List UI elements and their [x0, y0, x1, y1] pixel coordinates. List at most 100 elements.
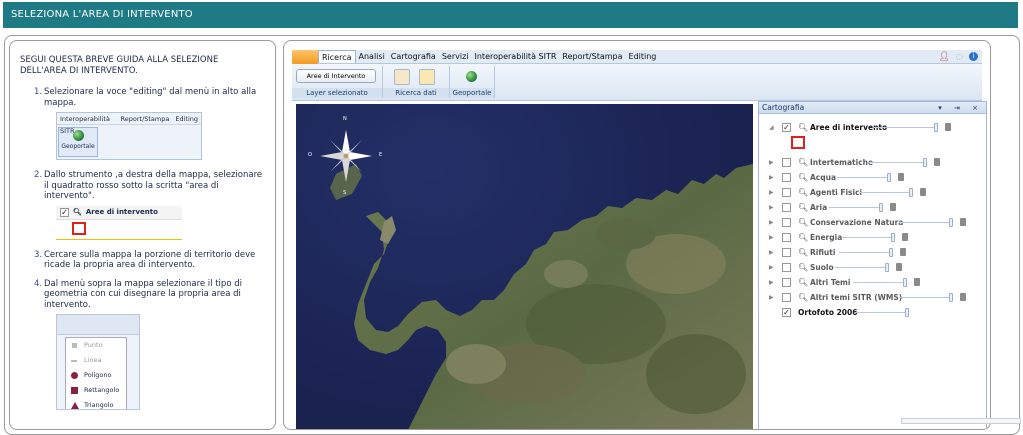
expand-arrow-icon[interactable]: ▶: [769, 159, 774, 166]
search-icon[interactable]: 🔍︎: [798, 188, 808, 197]
menu-ricerca[interactable]: Ricerca: [318, 50, 356, 63]
geometry-dropdown: Punto Linea Poligono Rettangolo Triangol…: [65, 337, 127, 409]
aree-di-intervento-button[interactable]: Aree di Intervento: [296, 69, 376, 83]
menu-cartografia[interactable]: Cartografia: [388, 50, 439, 63]
expand-arrow-icon[interactable]: ▶: [769, 204, 774, 211]
opacity-slider[interactable]: [889, 248, 893, 257]
search-icon[interactable]: 🔍︎: [798, 173, 808, 182]
gis-application: Ricerca Analisi Cartografia Servizi Inte…: [283, 40, 991, 430]
expand-arrow-icon[interactable]: ▶: [769, 294, 774, 301]
guide-step-2: 2. Dallo strumento ,a destra della mappa…: [34, 170, 263, 201]
layer-checkbox[interactable]: [782, 218, 791, 227]
map-view[interactable]: N S O E: [296, 104, 753, 429]
help-icon[interactable]: i: [969, 52, 978, 61]
main-menu: Ricerca Analisi Cartografia Servizi Inte…: [292, 50, 982, 64]
opacity-slider[interactable]: [885, 263, 889, 272]
map-search-icon[interactable]: [419, 69, 435, 85]
expand-arrow-icon[interactable]: ▶: [769, 249, 774, 256]
expand-arrow-icon[interactable]: ▶: [769, 264, 774, 271]
opacity-slider[interactable]: [934, 123, 938, 132]
trash-icon[interactable]: [900, 248, 906, 256]
trash-icon[interactable]: [934, 158, 940, 166]
layer-row[interactable]: ▶ 🔍︎ Altri Temi: [759, 275, 986, 290]
search-icon[interactable]: 🔍︎: [798, 233, 808, 242]
layer-row[interactable]: ▶ 🔍︎ Altri temi SITR (WMS): [759, 290, 986, 305]
trash-icon[interactable]: [960, 218, 966, 226]
app-menu-button[interactable]: [292, 50, 318, 64]
search-icon[interactable]: 🔍︎: [798, 293, 808, 302]
menu-report-stampa[interactable]: Report/Stampa: [559, 50, 625, 63]
layer-checkbox[interactable]: [782, 278, 791, 287]
menu-interoperabilita[interactable]: Interoperabilità SITR: [472, 50, 560, 63]
opacity-slider[interactable]: [909, 188, 913, 197]
layer-row[interactable]: ▶ 🔍︎ Rifiuti: [759, 245, 986, 260]
opacity-slider[interactable]: [949, 293, 953, 302]
globe-icon[interactable]: [466, 71, 477, 82]
expand-arrow-icon[interactable]: ▶: [769, 219, 774, 226]
collapse-arrow-icon[interactable]: ◢: [769, 124, 774, 131]
opacity-slider[interactable]: [923, 158, 927, 167]
layer-row[interactable]: ▶ 🔍︎ Acqua: [759, 170, 986, 185]
search-icon[interactable]: 🔍︎: [798, 263, 808, 272]
trash-icon[interactable]: [896, 263, 902, 271]
menu-editing[interactable]: Editing: [626, 50, 660, 63]
search-icon[interactable]: 🔍︎: [798, 218, 808, 227]
ribbon-toolbar: Aree di Intervento Layer selezionato Ric…: [292, 64, 982, 101]
table-search-icon[interactable]: [394, 69, 410, 85]
layer-row[interactable]: ▶ 🔍︎ Agenti Fisici: [759, 185, 986, 200]
layer-checkbox[interactable]: [782, 173, 791, 182]
search-icon[interactable]: 🔍︎: [798, 123, 808, 132]
layer-checkbox[interactable]: ✓: [782, 123, 791, 132]
trash-icon[interactable]: [902, 233, 908, 241]
opacity-slider[interactable]: [891, 233, 895, 242]
expand-arrow-icon[interactable]: ▶: [769, 174, 774, 181]
layer-row[interactable]: ▶ 🔍︎ Intertematiche: [759, 155, 986, 170]
expand-arrow-icon[interactable]: ▶: [769, 189, 774, 196]
opacity-slider[interactable]: [903, 278, 907, 287]
guide-title: SEGUI QUESTA BREVE GUIDA ALLA SELEZIONE …: [20, 55, 219, 76]
user-icon[interactable]: 👤︎: [939, 50, 950, 63]
search-icon[interactable]: 🔍︎: [798, 248, 808, 257]
layer-checkbox[interactable]: [782, 248, 791, 257]
guide-step-3: 3. Cercare sulla mappa la porzione di te…: [34, 249, 256, 271]
layer-row[interactable]: ▶ 🔍︎ Suolo: [759, 260, 986, 275]
expand-arrow-icon[interactable]: ▶: [769, 234, 774, 241]
layer-row[interactable]: ▶ 🔍︎ Aria: [759, 200, 986, 215]
layer-checkbox[interactable]: [782, 293, 791, 302]
opacity-slider[interactable]: [879, 203, 883, 212]
opacity-slider[interactable]: [949, 218, 953, 227]
guide-step-1: 1. Selezionare la voce "editing" dal men…: [34, 87, 257, 108]
search-icon[interactable]: 🔍︎: [798, 158, 808, 167]
layer-checkbox[interactable]: [782, 188, 791, 197]
layer-checkbox[interactable]: [782, 158, 791, 167]
panel-controls[interactable]: ▾ ⇥ ×: [938, 102, 986, 113]
trash-icon[interactable]: [898, 173, 904, 181]
base-layer-row[interactable]: ✓ Ortofoto 2006: [759, 305, 986, 320]
page-title: SELEZIONA L'AREA DI INTERVENTO: [11, 9, 193, 20]
red-square-marker[interactable]: [791, 136, 805, 149]
layer-checkbox[interactable]: ✓: [782, 308, 791, 317]
menu-servizi[interactable]: Servizi: [439, 50, 472, 63]
search-icon[interactable]: 🔍︎: [798, 203, 808, 212]
layer-checkbox[interactable]: [782, 203, 791, 212]
layer-row[interactable]: ▶ 🔍︎ Energia: [759, 230, 986, 245]
trash-icon[interactable]: [890, 203, 896, 211]
guide-panel: SEGUI QUESTA BREVE GUIDA ALLA SELEZIONE …: [9, 40, 276, 430]
expand-arrow-icon[interactable]: ▶: [769, 279, 774, 286]
trash-icon[interactable]: [960, 293, 966, 301]
opacity-slider[interactable]: [887, 173, 891, 182]
layer-checkbox[interactable]: [782, 233, 791, 242]
compass-n: N: [343, 116, 347, 122]
layer-row[interactable]: ◢ ✓ 🔍︎ Aree di intervento: [759, 120, 986, 135]
group-geoportale: Geoportale: [450, 66, 495, 98]
trash-icon[interactable]: [945, 123, 951, 131]
page-header: SELEZIONA L'AREA DI INTERVENTO: [3, 2, 1018, 28]
layer-checkbox[interactable]: [782, 263, 791, 272]
menu-analisi[interactable]: Analisi: [356, 50, 388, 63]
layer-row[interactable]: ▶ 🔍︎ Conservazione Natura: [759, 215, 986, 230]
trash-icon[interactable]: [914, 278, 920, 286]
link-icon[interactable]: ◌: [956, 50, 963, 63]
trash-icon[interactable]: [920, 188, 926, 196]
opacity-slider[interactable]: [905, 308, 909, 317]
search-icon[interactable]: 🔍︎: [798, 278, 808, 287]
